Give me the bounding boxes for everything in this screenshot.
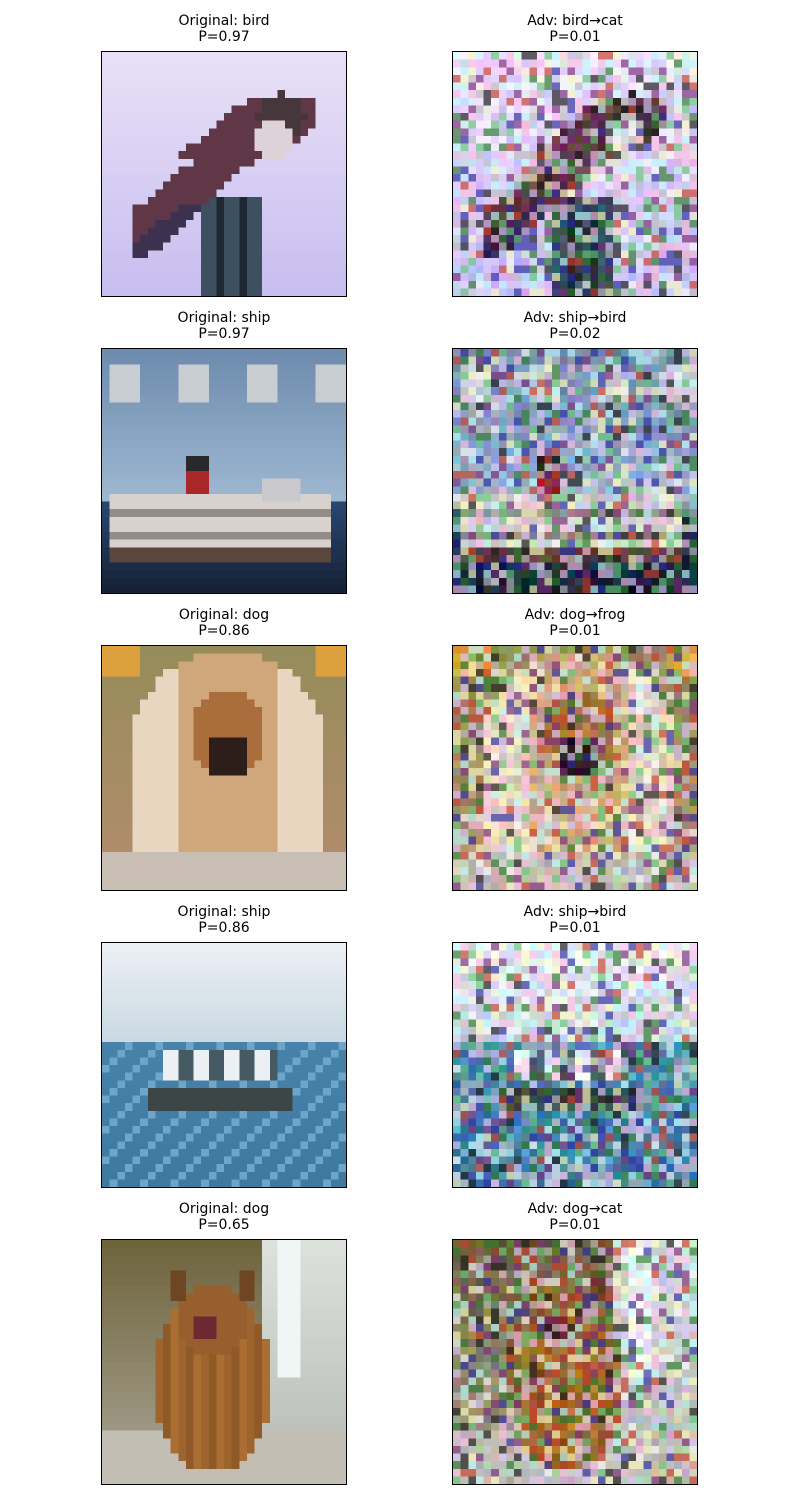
adversarial-probability-row-4: P=0.01 (549, 920, 601, 936)
adversarial-probability-row-2: P=0.02 (549, 326, 601, 342)
original-image-row-4 (101, 942, 347, 1188)
original-label-row-4: Original: ship (177, 904, 271, 920)
original-probability-row-5: P=0.65 (198, 1217, 250, 1233)
original-probability-row-1: P=0.97 (198, 29, 250, 45)
adversarial-title-row-4: Adv: ship→bird P=0.01 (445, 904, 705, 936)
original-label-row-2: Original: ship (177, 310, 271, 326)
adversarial-image-canvas-row-4 (453, 943, 697, 1187)
adversarial-probability-row-3: P=0.01 (549, 623, 601, 639)
adversarial-image-canvas-row-3 (453, 646, 697, 890)
original-label-row-1: Original: bird (178, 13, 270, 29)
adversarial-title-row-1: Adv: bird→cat P=0.01 (445, 13, 705, 45)
adversarial-title-row-2: Adv: ship→bird P=0.02 (445, 310, 705, 342)
original-image-row-5 (101, 1239, 347, 1485)
adversarial-image-row-2 (452, 348, 698, 594)
adversarial-title-row-5: Adv: dog→cat P=0.01 (445, 1201, 705, 1233)
original-probability-row-3: P=0.86 (198, 623, 250, 639)
adversarial-label-row-3: Adv: dog→frog (524, 607, 626, 623)
adversarial-label-row-5: Adv: dog→cat (527, 1201, 623, 1217)
adversarial-title-row-3: Adv: dog→frog P=0.01 (445, 607, 705, 639)
original-title-row-5: Original: dog P=0.65 (94, 1201, 354, 1233)
adversarial-image-canvas-row-1 (453, 52, 697, 296)
adversarial-probability-row-1: P=0.01 (549, 29, 601, 45)
original-image-canvas-row-4 (102, 943, 346, 1187)
original-image-canvas-row-3 (102, 646, 346, 890)
original-image-row-3 (101, 645, 347, 891)
adversarial-image-row-3 (452, 645, 698, 891)
original-image-canvas-row-1 (102, 52, 346, 296)
adversarial-image-canvas-row-5 (453, 1240, 697, 1484)
adversarial-image-row-4 (452, 942, 698, 1188)
original-image-canvas-row-5 (102, 1240, 346, 1484)
original-image-row-1 (101, 51, 347, 297)
original-label-row-5: Original: dog (178, 1201, 270, 1217)
original-title-row-3: Original: dog P=0.86 (94, 607, 354, 639)
adversarial-label-row-2: Adv: ship→bird (523, 310, 627, 326)
original-image-row-2 (101, 348, 347, 594)
original-label-row-3: Original: dog (178, 607, 270, 623)
original-title-row-4: Original: ship P=0.86 (94, 904, 354, 936)
adversarial-label-row-4: Adv: ship→bird (523, 904, 627, 920)
adversarial-image-canvas-row-2 (453, 349, 697, 593)
original-probability-row-2: P=0.97 (198, 326, 250, 342)
original-title-row-2: Original: ship P=0.97 (94, 310, 354, 342)
adversarial-image-row-1 (452, 51, 698, 297)
original-probability-row-4: P=0.86 (198, 920, 250, 936)
original-image-canvas-row-2 (102, 349, 346, 593)
adversarial-image-row-5 (452, 1239, 698, 1485)
adversarial-label-row-1: Adv: bird→cat (527, 13, 623, 29)
original-title-row-1: Original: bird P=0.97 (94, 13, 354, 45)
adversarial-probability-row-5: P=0.01 (549, 1217, 601, 1233)
